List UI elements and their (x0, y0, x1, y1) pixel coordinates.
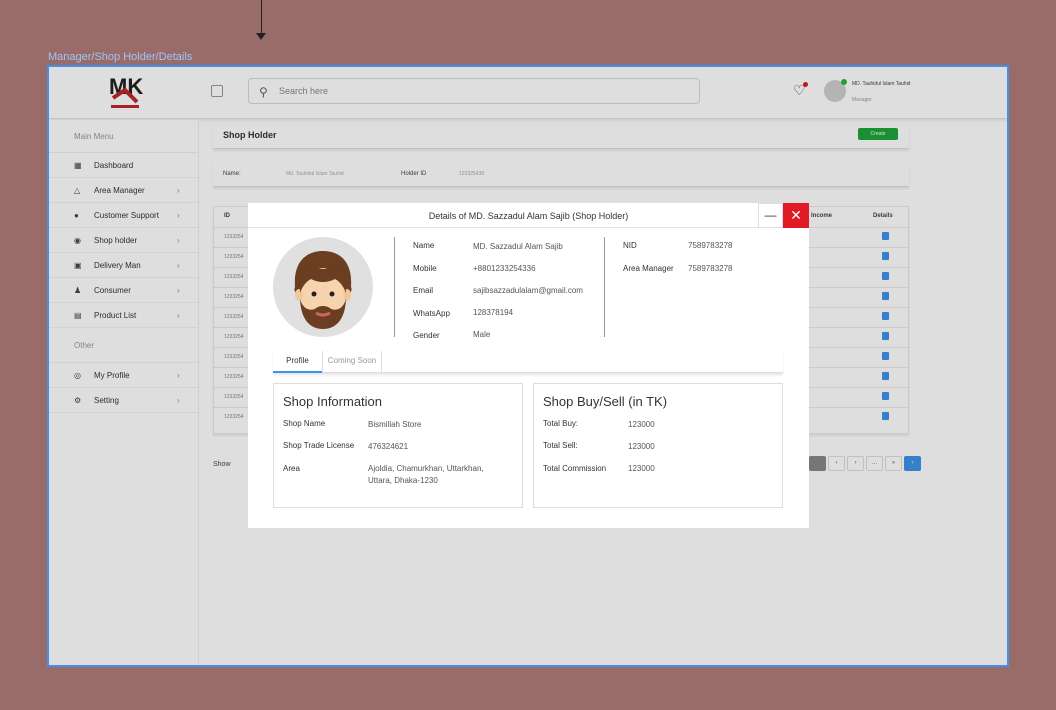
frame-label: Manager/Shop Holder/Details (48, 51, 193, 63)
email-value: sajibsazzadulalam@gmail.com (473, 286, 583, 295)
close-button[interactable]: ✕ (783, 203, 809, 228)
name-value: MD. Sazzadul Alam Sajib (473, 242, 563, 251)
total-commission-value: 123000 (628, 464, 655, 473)
nid-label: NID (623, 241, 637, 250)
total-commission-label: Total Commission (543, 464, 607, 473)
trade-license-value: 476324621 (368, 442, 409, 451)
tab-profile[interactable]: Profile (273, 351, 322, 373)
modal-title: Details of MD. Sazzadul Alam Sajib (Shop… (428, 211, 629, 221)
total-buy-value: 123000 (628, 420, 655, 429)
total-buy-label: Total Buy: (543, 419, 579, 428)
shop-information-title: Shop Information (283, 394, 383, 409)
detail-tabs: Profile Coming Soon (273, 351, 783, 373)
mobile-label: Mobile (413, 264, 437, 273)
trade-license-label: Shop Trade License (283, 441, 355, 450)
buy-sell-title: Shop Buy/Sell (in TK) (543, 394, 668, 409)
app-frame: MK ⚲ Search here ♡ MD. Tauhidul Islam Ta… (47, 65, 1009, 667)
whatsapp-value: 128378194 (473, 308, 514, 317)
email-label: Email (413, 286, 434, 295)
divider (394, 237, 395, 337)
name-label: Name (413, 241, 435, 250)
tab-coming-soon[interactable]: Coming Soon (322, 351, 382, 373)
nid-value: 7589783278 (688, 241, 733, 250)
total-sell-value: 123000 (628, 442, 655, 451)
shop-information-card: Shop Information Shop Name Bismillah Sto… (273, 383, 523, 508)
divider (604, 237, 605, 337)
bearded-man-illustration (294, 251, 352, 329)
annotation-arrow-head (256, 33, 266, 40)
shop-holder-details-modal: Details of MD. Sazzadul Alam Sajib (Shop… (248, 203, 809, 528)
whatsapp-label: WhatsApp (413, 309, 450, 318)
gender-label: Gender (413, 331, 440, 340)
profile-avatar (273, 237, 373, 337)
shop-buy-sell-card: Shop Buy/Sell (in TK) Total Buy: 123000 … (533, 383, 783, 508)
shop-name-value: Bismillah Store (368, 420, 422, 429)
area-manager-label: Area Manager (623, 264, 674, 273)
area-label: Area (283, 464, 300, 473)
area-value: Ajoldia, Chamurkhan, Uttarkhan, Uttara, … (368, 464, 484, 485)
total-sell-label: Total Sell: (543, 441, 578, 450)
mobile-value: +8801233254336 (473, 264, 536, 273)
gender-value: Male (473, 330, 491, 339)
modal-header: Details of MD. Sazzadul Alam Sajib (Shop… (248, 203, 809, 228)
area-manager-value: 7589783278 (688, 264, 733, 273)
minimize-icon: — (764, 208, 777, 222)
minimize-button[interactable]: — (758, 203, 783, 228)
close-icon: ✕ (790, 207, 802, 223)
shop-name-label: Shop Name (283, 419, 326, 428)
